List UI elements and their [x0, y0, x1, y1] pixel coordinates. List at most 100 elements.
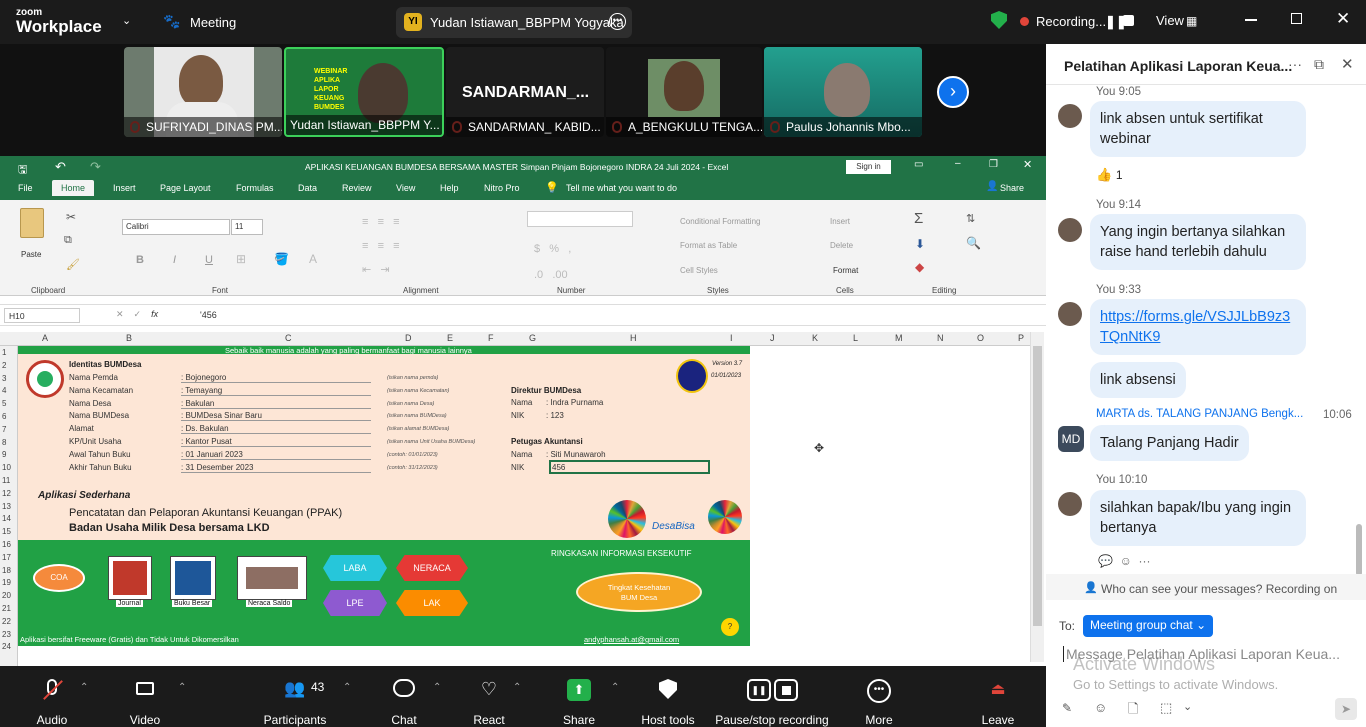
stop-recording-icon[interactable]	[1123, 15, 1134, 26]
row-header[interactable]: 12	[2, 489, 11, 498]
column-header[interactable]: B	[126, 333, 132, 343]
cell-styles-button[interactable]: Cell Styles	[680, 266, 718, 275]
vertical-scrollbar[interactable]	[1030, 332, 1044, 662]
selected-cell-h10[interactable]	[549, 460, 710, 474]
fill-color-icon[interactable]: 🪣	[274, 252, 289, 266]
message-bubble[interactable]: link absen untuk sertifikat webinar	[1090, 101, 1306, 157]
participant-tile-4[interactable]: A_BENGKULU TENGA...	[606, 47, 762, 137]
meeting-label[interactable]: Meeting	[190, 15, 236, 30]
popout-icon[interactable]: ⧉	[1314, 56, 1324, 73]
column-header[interactable]: D	[405, 333, 412, 343]
delete-cells-button[interactable]: Delete	[830, 241, 853, 250]
audio-button[interactable]: Audio	[37, 713, 68, 727]
chat-button[interactable]: Chat	[391, 713, 416, 727]
format-icon[interactable]: ✎	[1062, 701, 1072, 715]
row-header[interactable]: 20	[2, 591, 11, 600]
underline-icon[interactable]: U	[205, 254, 213, 266]
screenshot-icon[interactable]: ⬚	[1160, 700, 1172, 716]
video-icon[interactable]	[133, 679, 157, 701]
emoji-icon[interactable]: ☺	[1094, 700, 1107, 715]
close-icon[interactable]: ✕	[1336, 9, 1350, 29]
field-value[interactable]: : Bojonegoro	[181, 373, 371, 383]
tab-nitro-pro[interactable]: Nitro Pro	[484, 183, 520, 193]
row-header[interactable]: 9	[2, 450, 6, 459]
tab-file[interactable]: File	[18, 183, 33, 193]
tingkat-kesehatan-button[interactable]: Tingkat Kesehatan BUM Desa	[576, 572, 702, 612]
row-header[interactable]: 4	[2, 386, 6, 395]
field-value[interactable]: : 01 Januari 2023	[181, 450, 371, 460]
neraca-button[interactable]: NERACA	[396, 555, 468, 581]
share-button[interactable]: Share	[1000, 183, 1024, 193]
column-header[interactable]: E	[447, 333, 453, 343]
forms-link[interactable]: https://forms.gle/VSJJLbB9z3TQnNtK9	[1100, 309, 1290, 345]
sign-in-button[interactable]: Sign in	[846, 160, 891, 174]
restore-icon[interactable]: ❐	[989, 159, 998, 170]
share-screen-icon[interactable]: ⬆	[567, 679, 591, 701]
chevron-down-icon[interactable]: ⌄	[1183, 700, 1192, 713]
sort-filter-icon[interactable]: ⇅	[966, 212, 975, 225]
recipient-select[interactable]: Meeting group chat ⌄	[1083, 615, 1214, 637]
heart-icon[interactable]: ♡	[477, 679, 501, 701]
muted-mic-icon[interactable]	[40, 679, 64, 701]
neraca-saldo-label[interactable]: Neraca Saldo	[246, 600, 293, 607]
row-header[interactable]: 3	[2, 374, 6, 383]
journal-icon[interactable]	[108, 556, 152, 600]
minimize-icon[interactable]: –	[955, 158, 961, 169]
italic-icon[interactable]: I	[173, 254, 176, 266]
field-value[interactable]: : 31 Desember 2023	[181, 463, 371, 473]
video-button[interactable]: Video	[130, 713, 160, 727]
buku-besar-label[interactable]: Buku Besar	[172, 600, 213, 607]
bold-icon[interactable]: B	[136, 254, 144, 266]
field-value[interactable]: : Bakulan	[181, 399, 371, 409]
insert-cells-button[interactable]: Insert	[830, 217, 850, 226]
chevron-up-icon[interactable]: ⌃	[611, 682, 619, 693]
number-format-select[interactable]	[527, 211, 633, 227]
format-painter-icon[interactable]: 🖌	[66, 258, 80, 271]
row-header[interactable]: 19	[2, 578, 11, 587]
more-icon[interactable]: •••	[867, 679, 891, 703]
tab-insert[interactable]: Insert	[113, 183, 136, 193]
column-header[interactable]: O	[977, 333, 984, 343]
row-header[interactable]: 22	[2, 617, 11, 626]
host-tools-icon[interactable]	[656, 679, 680, 701]
field-value[interactable]: : BUMDesa Sinar Baru	[181, 411, 371, 422]
help-icon[interactable]: ?	[721, 618, 739, 636]
message-bubble[interactable]: silahkan bapak/Ibu yang ingin bertanya	[1090, 490, 1306, 546]
undo-icon[interactable]: ↶	[55, 159, 66, 175]
participant-tile-3[interactable]: SANDARMAN_... SANDARMAN_ KABID...	[446, 47, 604, 137]
row-header[interactable]: 8	[2, 438, 6, 447]
message-bubble[interactable]: link absensi	[1090, 362, 1186, 398]
more-button[interactable]: More	[865, 713, 892, 727]
next-page-button[interactable]: ›	[937, 76, 969, 108]
column-header[interactable]: A	[42, 333, 48, 343]
column-header[interactable]: M	[895, 333, 903, 343]
recording-button[interactable]: Pause/stop recording	[715, 713, 828, 727]
row-header[interactable]: 10	[2, 463, 11, 472]
host-tools-button[interactable]: Host tools	[641, 713, 694, 727]
message-bubble[interactable]: Talang Panjang Hadir	[1090, 425, 1249, 461]
field-value[interactable]: : Kantor Pusat	[181, 437, 371, 447]
row-header[interactable]: 5	[2, 399, 6, 408]
fill-icon[interactable]: ⬇	[915, 237, 925, 251]
message-actions[interactable]: 💬 ☺ ···	[1098, 554, 1151, 568]
row-header[interactable]: 1	[2, 348, 6, 357]
column-header[interactable]: H	[630, 333, 637, 343]
lpe-button[interactable]: LPE	[323, 590, 387, 616]
row-header[interactable]: 7	[2, 425, 6, 434]
row-header[interactable]: 23	[2, 630, 11, 639]
column-header[interactable]: J	[770, 333, 775, 343]
participant-tile-5[interactable]: Paulus Johannis Mbo...	[764, 47, 922, 137]
paste-label[interactable]: Paste	[21, 250, 41, 259]
row-header[interactable]: 15	[2, 527, 11, 536]
participants-button[interactable]: Participants	[264, 713, 327, 727]
chevron-up-icon[interactable]: ⌃	[513, 682, 521, 693]
row-header[interactable]: 16	[2, 540, 11, 549]
journal-label[interactable]: Journal	[116, 600, 143, 607]
autosum-icon[interactable]: Σ	[914, 210, 923, 227]
format-cells-button[interactable]: Format	[833, 266, 858, 275]
column-header[interactable]: K	[812, 333, 818, 343]
column-header[interactable]: P	[1018, 333, 1024, 343]
row-header[interactable]: 2	[2, 361, 6, 370]
tab-home[interactable]: Home	[52, 180, 95, 196]
react-button[interactable]: React	[473, 713, 504, 727]
